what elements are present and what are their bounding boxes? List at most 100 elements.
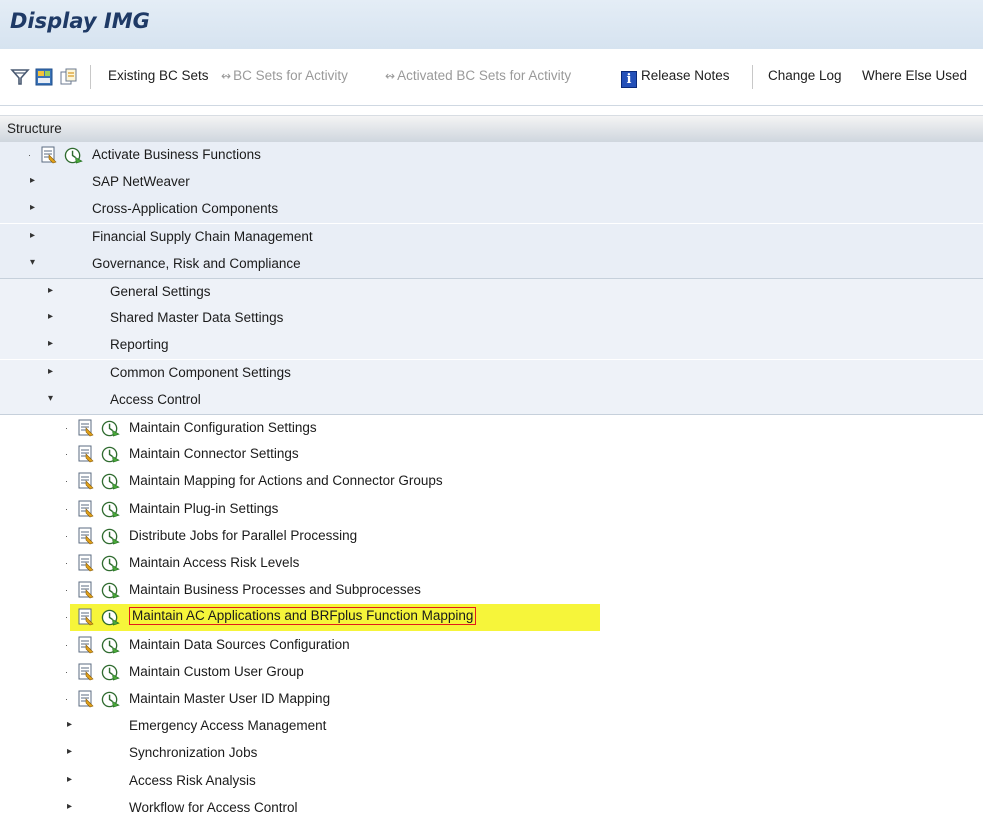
- tree-activity-row[interactable]: · Maintain Plug-in Settings: [0, 496, 983, 523]
- collapse-icon[interactable]: ▾: [48, 393, 53, 404]
- tree-item-label[interactable]: Access Risk Analysis: [129, 773, 256, 788]
- execute-activity-icon[interactable]: [101, 636, 120, 655]
- expand-icon[interactable]: ▸: [48, 311, 53, 322]
- documentation-icon[interactable]: [77, 472, 95, 490]
- change-log-button[interactable]: Change Log: [768, 68, 842, 83]
- tree-item-label[interactable]: Emergency Access Management: [129, 718, 326, 733]
- expand-icon[interactable]: ▸: [67, 801, 72, 812]
- where-else-used-button[interactable]: Where Else Used: [862, 68, 967, 83]
- tree-item-label[interactable]: Maintain Mapping for Actions and Connect…: [129, 473, 443, 488]
- documentation-icon[interactable]: [77, 581, 95, 599]
- filter-icon[interactable]: [10, 67, 30, 87]
- execute-activity-icon[interactable]: [101, 690, 120, 709]
- documentation-icon[interactable]: [77, 608, 95, 626]
- execute-activity-icon[interactable]: [101, 663, 120, 682]
- documentation-icon[interactable]: [77, 690, 95, 708]
- tree-node-row[interactable]: ▸ General Settings: [0, 278, 983, 306]
- tree-item-label[interactable]: Access Control: [110, 392, 201, 407]
- execute-activity-icon[interactable]: [101, 500, 120, 519]
- execute-activity-icon[interactable]: [101, 419, 120, 438]
- tree-node-row[interactable]: ▸ SAP NetWeaver: [0, 169, 983, 196]
- expand-icon[interactable]: ▸: [30, 202, 35, 213]
- tree-item-label[interactable]: Maintain Access Risk Levels: [129, 555, 299, 570]
- expand-icon[interactable]: ▸: [48, 285, 53, 296]
- tree-node-row[interactable]: ▾ Access Control: [0, 387, 983, 414]
- bc-sets-for-activity-button[interactable]: ↭ BC Sets for Activity: [221, 68, 348, 83]
- tree-item-label[interactable]: Common Component Settings: [110, 365, 291, 380]
- save-layout-icon[interactable]: [34, 67, 54, 87]
- tree-item-label[interactable]: Activate Business Functions: [92, 147, 261, 162]
- tree-node-row[interactable]: ▸ Financial Supply Chain Management: [0, 224, 983, 251]
- tree-item-label[interactable]: Distribute Jobs for Parallel Processing: [129, 528, 357, 543]
- tree-item-label[interactable]: Maintain Business Processes and Subproce…: [129, 582, 421, 597]
- documentation-icon[interactable]: [77, 527, 95, 545]
- release-notes-button[interactable]: i Release Notes: [621, 68, 730, 88]
- tree-node-row[interactable]: ▸ Cross-Application Components: [0, 196, 983, 223]
- tree-item-label[interactable]: SAP NetWeaver: [92, 174, 190, 189]
- tree-activity-row[interactable]: · Maintain Custom User Group: [0, 659, 983, 686]
- tree-node-row[interactable]: ▾ Governance, Risk and Compliance: [0, 251, 983, 278]
- expand-icon[interactable]: ▸: [30, 230, 35, 241]
- execute-activity-icon[interactable]: [64, 146, 83, 165]
- activated-bc-sets-label: Activated BC Sets for Activity: [397, 68, 572, 83]
- documentation-icon[interactable]: [40, 146, 58, 164]
- tree-node-row[interactable]: ▸ Reporting: [0, 332, 983, 359]
- execute-activity-icon[interactable]: [101, 472, 120, 491]
- tree-node-row[interactable]: ▸ Access Risk Analysis: [0, 768, 983, 795]
- execute-activity-icon[interactable]: [101, 527, 120, 546]
- expand-icon[interactable]: ▸: [67, 719, 72, 730]
- tree-node-row[interactable]: ▸ Emergency Access Management: [0, 713, 983, 740]
- tree-item-label[interactable]: Maintain Configuration Settings: [129, 420, 317, 435]
- expand-icon[interactable]: ▸: [30, 175, 35, 186]
- existing-bc-sets-button[interactable]: Existing BC Sets: [108, 68, 209, 83]
- tree-item-label[interactable]: Shared Master Data Settings: [110, 310, 283, 325]
- tree-activity-row[interactable]: · Maintain Mapping for Actions and Connec…: [0, 468, 983, 495]
- tree-activity-row[interactable]: · Maintain Business Processes and Subproc…: [0, 577, 983, 604]
- tree-item-label[interactable]: Maintain Master User ID Mapping: [129, 691, 330, 706]
- documentation-icon[interactable]: [77, 445, 95, 463]
- documentation-icon[interactable]: [77, 663, 95, 681]
- tree-bullet: ·: [65, 504, 68, 514]
- execute-activity-icon[interactable]: [101, 581, 120, 600]
- tree-item-label[interactable]: Synchronization Jobs: [129, 745, 257, 760]
- tree-node-row[interactable]: ▸ Shared Master Data Settings: [0, 305, 983, 332]
- tree-item-label[interactable]: Governance, Risk and Compliance: [92, 256, 301, 271]
- documentation-icon[interactable]: [77, 554, 95, 572]
- tree-item-label[interactable]: Financial Supply Chain Management: [92, 229, 313, 244]
- expand-icon[interactable]: ▸: [48, 366, 53, 377]
- tree-activity-row[interactable]: · Activate Business Functions: [0, 142, 983, 169]
- tree-item-label[interactable]: Maintain Plug-in Settings: [129, 501, 278, 516]
- execute-activity-icon[interactable]: [101, 445, 120, 464]
- tree-node-row[interactable]: ▸ Common Component Settings: [0, 360, 983, 387]
- expand-icon[interactable]: ▸: [67, 774, 72, 785]
- application-toolbar: Existing BC Sets ↭ BC Sets for Activity ↭…: [0, 49, 983, 106]
- collapse-icon[interactable]: ▾: [30, 257, 35, 268]
- documentation-icon[interactable]: [77, 419, 95, 437]
- tree-item-label[interactable]: Workflow for Access Control: [129, 800, 298, 815]
- expand-icon[interactable]: ▸: [48, 338, 53, 349]
- tree-item-label[interactable]: Maintain Custom User Group: [129, 664, 304, 679]
- tree-node-row[interactable]: ▸ Workflow for Access Control: [0, 795, 983, 822]
- documentation-icon[interactable]: [77, 636, 95, 654]
- tree-item-label[interactable]: Maintain AC Applications and BRFplus Fun…: [129, 607, 477, 625]
- tree-item-label[interactable]: General Settings: [110, 284, 211, 299]
- tree-bullet: ·: [65, 694, 68, 704]
- tree-activity-row[interactable]: · Maintain Configuration Settings: [0, 414, 983, 442]
- tree-activity-row[interactable]: · Maintain AC Applications and BRFplus Fu…: [0, 604, 983, 631]
- copy-icon[interactable]: [58, 67, 78, 87]
- tree-activity-row[interactable]: · Distribute Jobs for Parallel Processing: [0, 523, 983, 550]
- tree-activity-row[interactable]: · Maintain Master User ID Mapping: [0, 686, 983, 713]
- tree-item-label[interactable]: Maintain Connector Settings: [129, 446, 299, 461]
- tree-item-label[interactable]: Reporting: [110, 337, 169, 352]
- tree-activity-row[interactable]: · Maintain Connector Settings: [0, 441, 983, 468]
- execute-activity-icon[interactable]: [101, 554, 120, 573]
- tree-item-label[interactable]: Maintain Data Sources Configuration: [129, 637, 350, 652]
- activated-bc-sets-button[interactable]: ↭ Activated BC Sets for Activity: [385, 68, 571, 83]
- execute-activity-icon[interactable]: [101, 608, 120, 627]
- documentation-icon[interactable]: [77, 500, 95, 518]
- tree-node-row[interactable]: ▸ Synchronization Jobs: [0, 740, 983, 767]
- tree-activity-row[interactable]: · Maintain Data Sources Configuration: [0, 632, 983, 659]
- tree-activity-row[interactable]: · Maintain Access Risk Levels: [0, 550, 983, 577]
- expand-icon[interactable]: ▸: [67, 746, 72, 757]
- tree-item-label[interactable]: Cross-Application Components: [92, 201, 278, 216]
